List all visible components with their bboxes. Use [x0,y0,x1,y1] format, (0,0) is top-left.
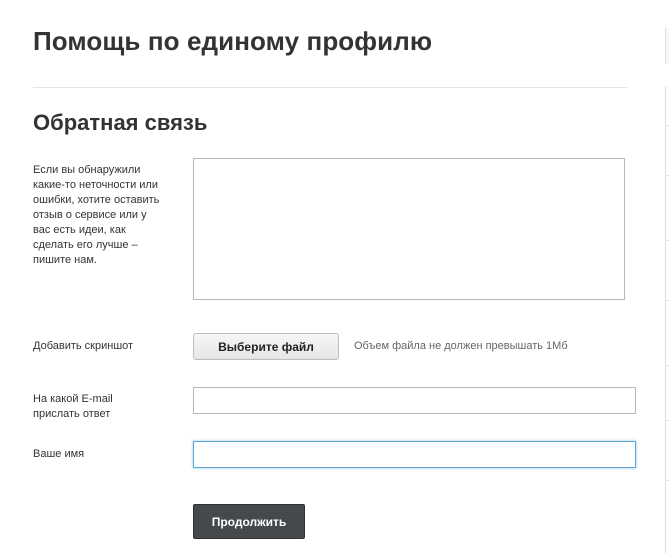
title-divider [33,87,627,88]
choose-file-button[interactable]: Выберите файл [193,333,339,360]
side-panel-separator [665,125,669,126]
file-size-hint: Объем файла не должен превышать 1Мб [354,340,568,352]
screenshot-label: Добавить скриншот [33,340,134,352]
side-panel-top-edge [665,28,669,64]
side-panel-separator [665,480,669,481]
side-panel-separator [665,365,669,366]
message-label: Если вы обнаружили какие-то неточности и… [33,164,160,266]
message-textarea[interactable] [193,158,625,300]
name-field[interactable] [193,441,636,468]
page-title: Помощь по единому профилю [33,26,433,56]
side-panel-separator [665,420,669,421]
continue-button[interactable]: Продолжить [193,504,305,539]
name-label: Ваше имя [33,448,85,460]
email-label: На какой E-mail прислать ответ [33,393,113,420]
side-panel-edge [665,86,669,553]
side-panel-separator [665,300,669,301]
side-panel-separator [665,175,669,176]
email-field[interactable] [193,387,636,414]
section-title: Обратная связь [33,110,208,135]
side-panel-separator [665,240,669,241]
feedback-page: Помощь по единому профилю Обратная связь… [0,0,669,553]
